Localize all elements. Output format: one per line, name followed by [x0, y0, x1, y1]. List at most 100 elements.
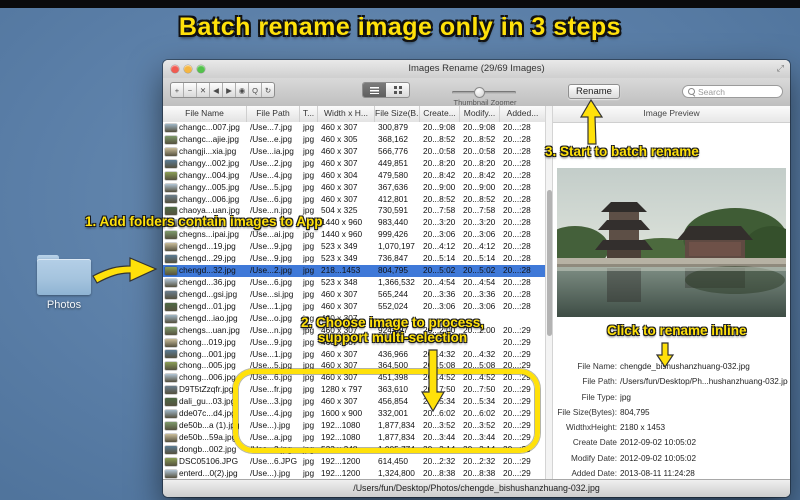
cell-path: /Use...ia.jpg	[250, 145, 294, 156]
add-button[interactable]: +	[171, 83, 184, 97]
list-view-icon	[370, 86, 379, 94]
file-name: chegns...ipai.jpg	[179, 229, 239, 240]
remove-button[interactable]: −	[184, 83, 197, 97]
table-row[interactable]: chengd...gsi.jpg/Use...si.jpg jpg 460 x 30…	[163, 288, 545, 301]
column-header[interactable]: Added...	[500, 106, 545, 122]
cell-added: 20...:29	[503, 467, 531, 478]
table-row[interactable]: chengd...01.jpg/Use...1.jpg jpg 460 x 307 5…	[163, 300, 545, 313]
info-field-label: File Path:	[582, 377, 617, 387]
cell-created: 20...3:20	[423, 217, 456, 228]
cell-created: 20...9:00	[423, 181, 456, 192]
table-row[interactable]: chengd...36.jpg/Use...6.jpg jpg 523 x 348 1…	[163, 276, 545, 289]
cell-path: /Use...1.jpg	[250, 348, 292, 359]
cell-size: 368,162	[378, 133, 408, 144]
info-field-value[interactable]: 2180 x 1453	[620, 420, 665, 435]
table-row[interactable]: chengd...32.jpg/Use...2.jpg jpg 218...1453…	[163, 265, 545, 277]
photos-folder-icon[interactable]	[37, 255, 92, 301]
cell-dims: 192...1200	[321, 467, 361, 478]
cell-added: 20...:28	[503, 300, 531, 311]
cell-dims: 523 x 349	[321, 253, 358, 264]
cell-type: jpg	[303, 169, 315, 180]
next-button[interactable]: ▶	[223, 83, 236, 97]
info-field-value[interactable]: 2013-08-11 11:24:28	[620, 466, 695, 480]
fullscreen-icon[interactable]: ⤢	[777, 63, 784, 74]
file-name: dongb...002.jpg	[179, 443, 237, 454]
search-field[interactable]: Search	[682, 85, 783, 98]
info-field-label: Added Date:	[571, 469, 617, 479]
file-thumbnail	[165, 445, 177, 454]
column-header[interactable]: Create...	[420, 106, 460, 122]
cell-added: 20...:28	[503, 157, 531, 168]
file-name: chong...019.jpg	[179, 336, 236, 347]
table-row[interactable]: changc...ajie.jpg/Use...e.jpg jpg 460 x 30…	[163, 133, 545, 146]
cell-path: /Use...ai.jpg	[250, 229, 294, 240]
slider-knob[interactable]	[474, 87, 485, 98]
rename-button[interactable]: Rename	[568, 84, 620, 99]
table-row[interactable]: changji...xia.jpg/Use...ia.jpg jpg 460 x 3…	[163, 145, 545, 158]
grid-view-button[interactable]	[386, 83, 409, 97]
folder-to-list-arrow	[92, 257, 158, 284]
cell-modified: 20...4:54	[463, 276, 496, 287]
cell-dims: 460 x 307	[321, 145, 358, 156]
table-row[interactable]: changy...005.jpg/Use...5.jpg jpg 460 x 307…	[163, 181, 545, 194]
cell-added: 20...:28	[503, 229, 531, 240]
info-field-value[interactable]: 2012-09-02 10:05:02	[620, 451, 696, 466]
delete-button[interactable]: ✕	[197, 83, 210, 97]
cell-modified: 20...8:38	[463, 467, 496, 478]
cell-dims: 460 x 304	[321, 169, 358, 180]
info-field-value[interactable]: /Users/fun/Desktop/Ph...hushanzhuang-032…	[620, 374, 788, 389]
info-field-value[interactable]: chengde_bishushanzhuang-032.jpg	[620, 359, 750, 374]
info-field-value[interactable]: 804,795	[620, 405, 650, 420]
previous-button[interactable]: ◀	[210, 83, 223, 97]
multi-selection-highlight-box	[233, 369, 540, 453]
info-field-value[interactable]: 2012-09-02 10:05:02	[620, 435, 696, 450]
cell-size: 804,795	[378, 265, 408, 276]
cell-type: jpg	[303, 193, 315, 204]
column-header[interactable]: File Name	[163, 106, 247, 122]
table-row[interactable]: chengd...29.jpg/Use...9.jpg jpg 523 x 349 7…	[163, 253, 545, 266]
table-row[interactable]: chong...001.jpg/Use...1.jpg jpg 460 x 307 4…	[163, 348, 545, 361]
column-header[interactable]: Width x H...	[318, 106, 375, 122]
table-row[interactable]: DSC05106.JPG/Use...6.JPG jpg 192...1200 614…	[163, 455, 545, 468]
view-toggle[interactable]	[362, 82, 410, 98]
scrollbar-thumb[interactable]	[547, 190, 552, 336]
thumbnail-zoomer-slider[interactable]	[452, 87, 516, 98]
file-name: changc...ajie.jpg	[179, 133, 239, 144]
cell-dims: 460 x 307	[321, 300, 358, 311]
cell-type: jpg	[303, 229, 315, 240]
column-header[interactable]: File Path	[247, 106, 300, 122]
column-header[interactable]: Modify...	[460, 106, 500, 122]
cell-size: 436,966	[378, 348, 408, 359]
file-thumbnail	[165, 290, 177, 299]
step2-down-arrow	[420, 349, 446, 413]
cell-type: jpg	[303, 253, 315, 264]
file-thumbnail	[165, 267, 177, 276]
file-name: changy...006.jpg	[179, 193, 240, 204]
table-row[interactable]: chegns...ipai.jpg/Use...ai.jpg jpg 1440 x …	[163, 229, 545, 242]
zoom-button[interactable]: Q	[249, 83, 262, 97]
cell-size: 1,070,197	[378, 241, 415, 252]
info-field-value[interactable]: jpg	[620, 390, 631, 405]
preview-button[interactable]: ◉	[236, 83, 249, 97]
list-view-button[interactable]	[363, 83, 386, 97]
column-header[interactable]: T...	[300, 106, 318, 122]
cell-created: 20...3:06	[423, 229, 456, 240]
table-row[interactable]: changy...006.jpg/Use...6.jpg jpg 460 x 307…	[163, 193, 545, 206]
table-row[interactable]: changy...004.jpg/Use...4.jpg jpg 460 x 304…	[163, 169, 545, 182]
table-row[interactable]: changc...007.jpg/Use...7.jpg jpg 460 x 307…	[163, 122, 545, 134]
table-row[interactable]: enterd...0(2).jpg/Use...).jpg jpg 192...12…	[163, 467, 545, 480]
table-row[interactable]: changy...002.jpg/Use...2.jpg jpg 460 x 307…	[163, 157, 545, 170]
file-name: D9T5tZzqfr.jpg	[179, 384, 234, 395]
file-thumbnail	[165, 255, 177, 264]
title-bar[interactable]: Images Rename (29/69 Images) ⤢	[163, 60, 790, 79]
cell-modified: 20...8:20	[463, 157, 496, 168]
refresh-button[interactable]: ↻	[262, 83, 274, 97]
file-thumbnail	[165, 195, 177, 204]
file-thumbnail	[165, 278, 177, 287]
column-header[interactable]: File Size(B...	[375, 106, 420, 122]
cell-path: /Use...7.jpg	[250, 122, 292, 132]
search-placeholder: Search	[698, 86, 725, 97]
table-row[interactable]: chengd...19.jpg/Use...9.jpg jpg 523 x 349 1…	[163, 241, 545, 254]
vertical-scrollbar[interactable]	[545, 106, 553, 480]
cell-type: jpg	[303, 288, 315, 299]
